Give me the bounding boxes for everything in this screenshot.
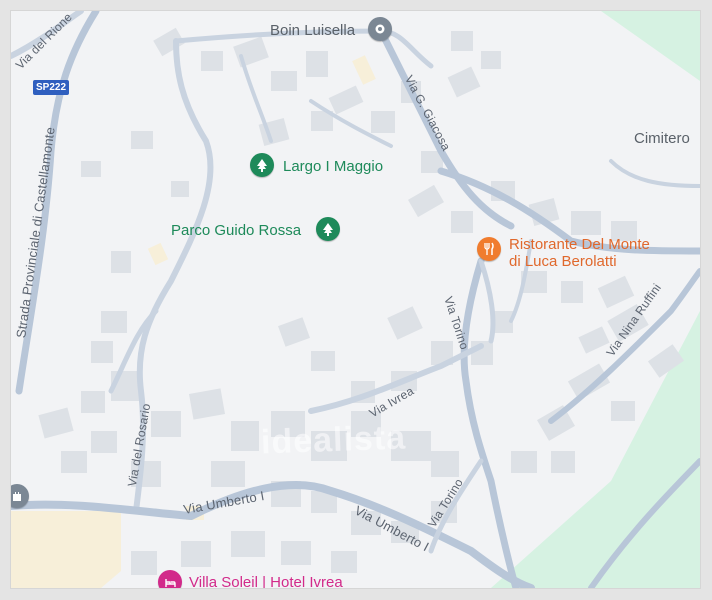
poi-label-ristorante[interactable]: Ristorante Del Monte di Luca Berolatti	[509, 236, 650, 270]
tree-icon[interactable]	[316, 217, 340, 241]
location-pin-icon[interactable]	[368, 17, 392, 41]
poi-label-largo-i-maggio[interactable]: Largo I Maggio	[283, 159, 383, 174]
watermark: idealista	[260, 418, 407, 462]
tree-icon[interactable]	[250, 153, 274, 177]
poi-label-ristorante-line1: Ristorante Del Monte	[509, 236, 650, 253]
poi-label-cimitero[interactable]: Cimitero	[634, 131, 690, 146]
poi-label-boin-luisella[interactable]: Boin Luisella	[270, 23, 355, 38]
restaurant-icon[interactable]	[477, 237, 501, 261]
map-view[interactable]: idealista SP222 Strada Provinciale di Ca…	[11, 11, 700, 588]
poi-label-parco-guido-rossa[interactable]: Parco Guido Rossa	[171, 223, 301, 238]
map-canvas[interactable]	[11, 11, 700, 588]
urban-area	[11, 511, 121, 588]
road-badge-sp222: SP222	[33, 80, 70, 95]
poi-label-villa-soleil[interactable]: Villa Soleil | Hotel Ivrea	[189, 575, 343, 588]
hotel-icon[interactable]	[158, 570, 182, 588]
poi-label-ristorante-line2: di Luca Berolatti	[509, 253, 617, 270]
